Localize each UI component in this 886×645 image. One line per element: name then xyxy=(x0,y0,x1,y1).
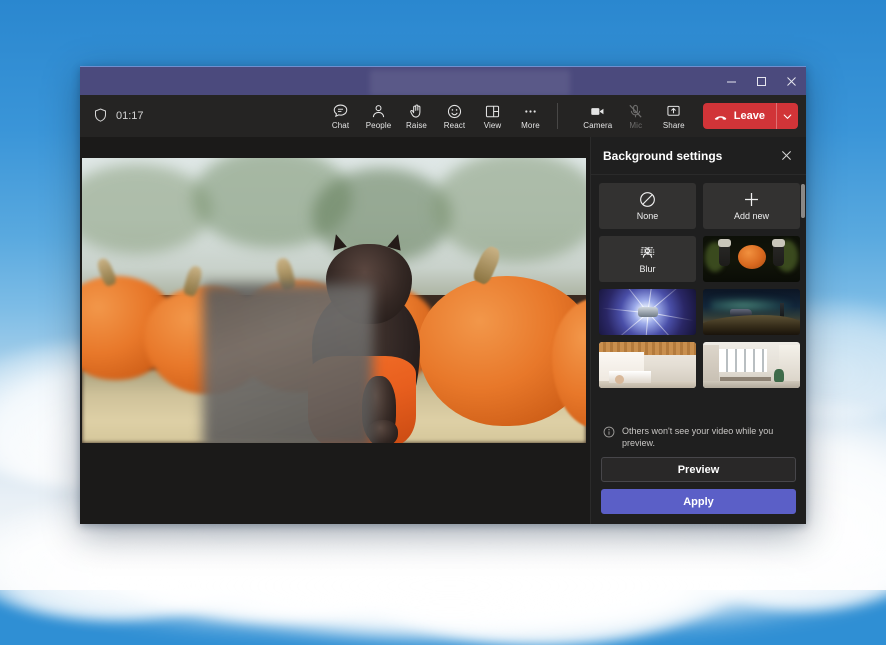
meeting-status-group: 01:17 xyxy=(94,107,144,125)
toolbar-chat-button[interactable]: Chat xyxy=(322,101,360,131)
meeting-toolbar: 01:17 Chat People Raise React View More … xyxy=(80,95,806,137)
scifi-landscape-thumbnail xyxy=(703,289,800,335)
leave-button-label: Leave xyxy=(733,110,765,122)
toolbar-camera-button[interactable]: Camera xyxy=(579,101,617,131)
wood-ceiling-room-thumbnail xyxy=(599,342,696,388)
close-button[interactable] xyxy=(776,67,806,95)
space-warp-thumbnail xyxy=(599,289,696,335)
background-tile-wood-ceiling-room[interactable] xyxy=(599,342,696,388)
toolbar-more-label: More xyxy=(521,121,540,130)
background-tile-add-new[interactable]: Add new xyxy=(703,183,800,229)
window-body: Background settings None Add new Blur Ot… xyxy=(80,137,806,524)
background-tile-office-windows-room[interactable] xyxy=(703,342,800,388)
toolbar-mic-button[interactable]: Mic xyxy=(617,101,655,131)
toolbar-react-button[interactable]: React xyxy=(436,101,474,131)
background-tile-space-warp[interactable] xyxy=(599,289,696,335)
minimize-button[interactable] xyxy=(716,67,746,95)
background-panel-footer: Others won't see your video while you pr… xyxy=(591,417,806,524)
window-title-bar[interactable] xyxy=(80,66,806,96)
background-tile-none[interactable]: None xyxy=(599,183,696,229)
mic-muted-icon xyxy=(629,104,642,118)
redacted-window-title xyxy=(370,70,570,96)
shield-icon xyxy=(94,107,107,125)
react-emoji-icon xyxy=(447,104,462,119)
video-stage xyxy=(80,137,590,524)
toolbar-raise-label: Raise xyxy=(406,121,427,130)
leave-button[interactable]: Leave xyxy=(703,103,776,129)
title-bar-drag-region[interactable] xyxy=(80,67,716,96)
toolbar-chat-label: Chat xyxy=(331,121,350,130)
toolbar-divider xyxy=(556,103,558,129)
office-windows-room-thumbnail xyxy=(703,342,800,388)
preview-button[interactable]: Preview xyxy=(601,457,796,482)
background-tiles-grid: None Add new Blur xyxy=(599,183,800,388)
toolbar-mic-label: Mic xyxy=(629,121,643,130)
self-video-tile[interactable] xyxy=(82,158,586,443)
background-panel-header: Background settings xyxy=(591,137,806,175)
pumpkin-hands-thumbnail xyxy=(703,236,800,282)
redacted-video-region xyxy=(203,284,373,443)
background-tile-add-new-label: Add new xyxy=(733,211,770,221)
hangup-icon xyxy=(714,115,727,120)
background-tiles-scroll-area[interactable]: None Add new Blur xyxy=(591,175,806,417)
meeting-timer: 01:17 xyxy=(116,110,144,122)
background-panel-close-button[interactable] xyxy=(776,146,796,166)
background-tile-scifi-landscape[interactable] xyxy=(703,289,800,335)
toolbar-people-button[interactable]: People xyxy=(360,101,398,131)
apply-button[interactable]: Apply xyxy=(601,489,796,514)
chevron-down-icon xyxy=(783,113,792,119)
teams-meeting-window: 01:17 Chat People Raise React View More … xyxy=(80,66,806,524)
toolbar-share-label: Share xyxy=(662,121,685,130)
more-ellipsis-icon xyxy=(525,110,536,113)
toolbar-raise-hand-button[interactable]: Raise xyxy=(398,101,436,131)
toolbar-view-label: View xyxy=(483,121,502,130)
toolbar-device-group: Camera Mic Share Leave xyxy=(579,101,798,131)
plus-icon xyxy=(745,193,758,206)
view-layout-icon xyxy=(485,105,500,118)
camera-icon xyxy=(591,108,604,115)
toolbar-people-label: People xyxy=(365,121,392,130)
preview-info-note: Others won't see your video while you pr… xyxy=(601,423,796,457)
background-panel-title: Background settings xyxy=(603,148,723,163)
info-icon xyxy=(603,426,615,438)
toolbar-more-button[interactable]: More xyxy=(512,101,550,131)
toolbar-react-label: React xyxy=(443,121,466,130)
toolbar-share-button[interactable]: Share xyxy=(655,101,693,131)
toolbar-camera-label: Camera xyxy=(583,121,613,130)
toolbar-view-button[interactable]: View xyxy=(474,101,512,131)
cloud-decoration xyxy=(0,520,886,630)
background-tile-blur-label: Blur xyxy=(639,264,656,274)
blur-icon xyxy=(640,247,655,258)
leave-button-group: Leave xyxy=(702,103,798,129)
background-panel-scroll-thumb[interactable] xyxy=(801,184,805,218)
leave-dropdown-button[interactable] xyxy=(776,103,798,129)
pumpkin-cat-scene xyxy=(82,158,586,443)
raise-hand-icon xyxy=(410,104,421,118)
close-icon xyxy=(781,151,791,160)
background-settings-panel: Background settings None Add new Blur Ot… xyxy=(590,137,806,524)
preview-info-text: Others won't see your video while you pr… xyxy=(622,426,774,448)
background-tile-blur[interactable]: Blur xyxy=(599,236,696,282)
background-panel-scrollbar[interactable] xyxy=(801,184,805,412)
maximize-button[interactable] xyxy=(746,67,776,95)
share-screen-icon xyxy=(667,105,680,116)
background-tile-none-label: None xyxy=(636,211,659,221)
none-slash-icon xyxy=(640,192,655,207)
chat-icon xyxy=(333,104,348,118)
background-tile-pumpkin-hands[interactable] xyxy=(703,236,800,282)
people-icon xyxy=(372,105,385,118)
